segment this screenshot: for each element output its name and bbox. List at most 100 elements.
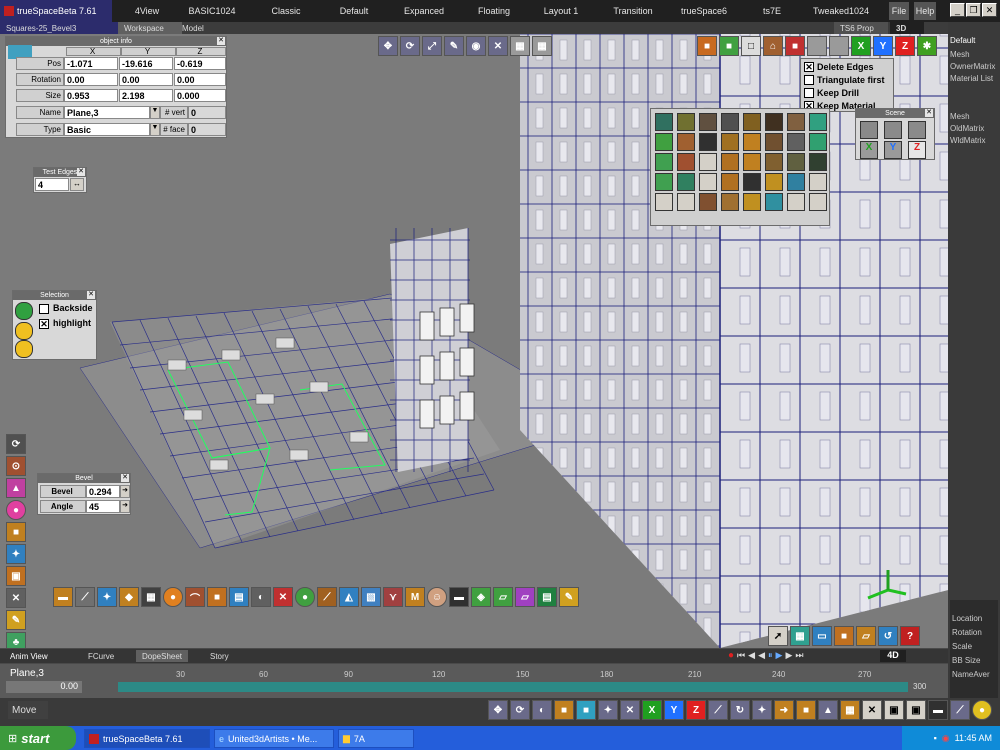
first-frame-icon[interactable]: ⏮ — [737, 650, 745, 661]
tool-icon[interactable]: ■ — [207, 587, 227, 607]
tool-icon[interactable] — [699, 133, 717, 151]
pos-x-field[interactable]: -1.071 — [64, 57, 118, 70]
layout-tab-tweaked1024[interactable]: Tweaked1024 — [808, 2, 874, 20]
close-icon[interactable]: ✕ — [217, 37, 225, 45]
tool-icon[interactable] — [677, 113, 695, 131]
tool-icon[interactable] — [677, 173, 695, 191]
tool-icon[interactable]: ● — [295, 587, 315, 607]
task-truespace[interactable]: trueSpaceBeta 7.61 — [84, 729, 210, 748]
triangulate-checkbox[interactable] — [804, 75, 814, 85]
tab-story[interactable]: Story — [204, 650, 235, 662]
layout-tab-transition[interactable]: Transition — [603, 2, 663, 20]
tool-icon[interactable] — [655, 193, 673, 211]
tool-icon[interactable] — [721, 193, 739, 211]
spacer2-icon[interactable] — [829, 36, 849, 56]
mode-4d-button[interactable]: 4D — [880, 650, 906, 662]
tool-icon[interactable] — [809, 153, 827, 171]
layout-tab-layout1[interactable]: Layout 1 — [532, 2, 590, 20]
tool-icon[interactable]: ▤ — [229, 587, 249, 607]
tool-icon[interactable]: ■ — [576, 700, 596, 720]
tool-icon[interactable]: ✎ — [559, 587, 579, 607]
tool-icon[interactable]: ■ — [554, 700, 574, 720]
next-frame-icon[interactable]: ▶ — [785, 650, 792, 661]
house-icon[interactable]: ⌂ — [763, 36, 783, 56]
tool-icon[interactable] — [787, 133, 805, 151]
tool-icon[interactable]: ✦ — [598, 700, 618, 720]
tool-icon[interactable]: ■ — [796, 700, 816, 720]
y-axis-button[interactable]: Y — [664, 700, 684, 720]
spinner-icon[interactable]: ↔ — [70, 178, 84, 191]
bevel-field[interactable]: 0.294 — [86, 485, 120, 498]
help-menu[interactable]: Help — [914, 2, 936, 20]
tool-icon[interactable]: ⟋ — [317, 587, 337, 607]
tool-icon[interactable]: M — [405, 587, 425, 607]
start-button[interactable]: ⊞ start — [0, 726, 76, 750]
tool-icon[interactable]: ▭ — [812, 626, 832, 646]
axes-icon[interactable]: ✕ — [488, 36, 508, 56]
play-back-icon[interactable]: ◀ — [758, 650, 765, 661]
close-icon[interactable]: ✕ — [925, 109, 933, 117]
tool-icon[interactable]: ▬ — [53, 587, 73, 607]
prev-frame-icon[interactable]: ◀ — [748, 650, 755, 661]
task-folder[interactable]: ▆ 7A — [338, 729, 414, 748]
tool-icon[interactable]: ▦ — [141, 587, 161, 607]
tool-icon[interactable] — [699, 113, 717, 131]
tool-icon[interactable] — [721, 133, 739, 151]
name-field[interactable]: Plane,3 — [64, 106, 150, 119]
tab-workspace[interactable]: Workspace — [118, 22, 182, 34]
help-icon[interactable]: ? — [900, 626, 920, 646]
light-icon[interactable]: ✦ — [6, 544, 26, 564]
tool-icon[interactable]: ▣ — [884, 700, 904, 720]
paint-icon[interactable]: ✎ — [444, 36, 464, 56]
box-icon[interactable]: ■ — [6, 522, 26, 542]
pos-z-field[interactable]: -0.619 — [174, 57, 226, 70]
sidebar-item-mesh[interactable]: Mesh — [950, 50, 970, 59]
tool-icon[interactable]: ◐ — [532, 700, 552, 720]
y-axis-button[interactable]: Y — [873, 36, 893, 56]
tool-icon[interactable]: ◐ — [251, 587, 271, 607]
minimize-icon[interactable]: _ — [950, 3, 965, 17]
move-icon[interactable]: ✥ — [378, 36, 398, 56]
sidebar-item-material-list[interactable]: Material List — [950, 74, 993, 83]
tool-icon[interactable]: ● — [972, 700, 992, 720]
tool-icon[interactable] — [655, 133, 673, 151]
tool-icon[interactable] — [787, 173, 805, 191]
tool-icon[interactable]: ✕ — [620, 700, 640, 720]
lasso-icon[interactable]: ⊙ — [6, 456, 26, 476]
close-icon[interactable]: ✕ — [77, 168, 85, 176]
type-dropdown-icon[interactable]: ▼ — [150, 123, 160, 136]
app-title-tab[interactable]: trueSpaceBeta 7.61 — [0, 0, 112, 22]
pos-y-field[interactable]: -19.616 — [119, 57, 173, 70]
size-z-field[interactable]: 0.000 — [174, 89, 226, 102]
tool-icon[interactable] — [655, 113, 673, 131]
tool-icon[interactable] — [765, 153, 783, 171]
tool-icon[interactable] — [699, 153, 717, 171]
drop-icon[interactable]: ◉ — [466, 36, 486, 56]
object-icon[interactable]: ■ — [697, 36, 717, 56]
tool-icon[interactable]: ▬ — [449, 587, 469, 607]
tool-icon[interactable]: ▤ — [537, 587, 557, 607]
type-field[interactable]: Basic — [64, 123, 150, 136]
tool-icon[interactable]: ↻ — [730, 700, 750, 720]
pause-icon[interactable]: ⏸ — [768, 650, 773, 661]
tool-icon[interactable]: ● — [163, 587, 183, 607]
tool-icon[interactable]: ✦ — [752, 700, 772, 720]
tool-icon[interactable] — [699, 193, 717, 211]
select-tool-icon[interactable]: ⟳ — [6, 434, 26, 454]
tab-fcurve[interactable]: FCurve — [82, 650, 120, 662]
pointer-icon[interactable]: ➚ — [768, 626, 788, 646]
tool-icon[interactable] — [655, 153, 673, 171]
layout-tab-ts7e[interactable]: ts7E — [750, 2, 794, 20]
axis-tool-icon[interactable] — [884, 121, 902, 139]
tab-anim-view[interactable]: Anim View — [4, 650, 54, 662]
tool-icon[interactable] — [765, 133, 783, 151]
size-x-field[interactable]: 0.953 — [64, 89, 118, 102]
tool-icon[interactable]: ⟋ — [75, 587, 95, 607]
sidebar-item-ownermatrix[interactable]: OwnerMatrix — [950, 62, 995, 71]
tool-icon[interactable] — [787, 193, 805, 211]
tab-model[interactable]: Model — [176, 22, 240, 34]
layout-tab-classic[interactable]: Classic — [258, 2, 314, 20]
document-tab[interactable]: Squares-25_Bevel3 — [0, 22, 124, 34]
move-icon[interactable]: ✥ — [488, 700, 508, 720]
select-icon-3[interactable] — [15, 340, 33, 358]
